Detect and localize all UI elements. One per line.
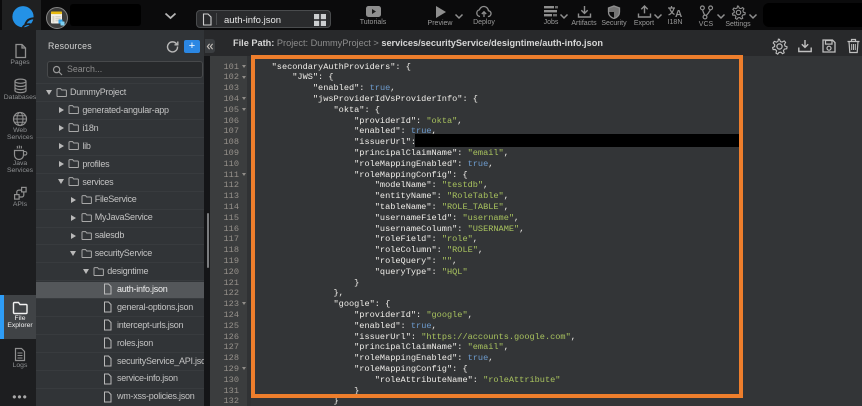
svg-text:A: A — [675, 9, 682, 18]
